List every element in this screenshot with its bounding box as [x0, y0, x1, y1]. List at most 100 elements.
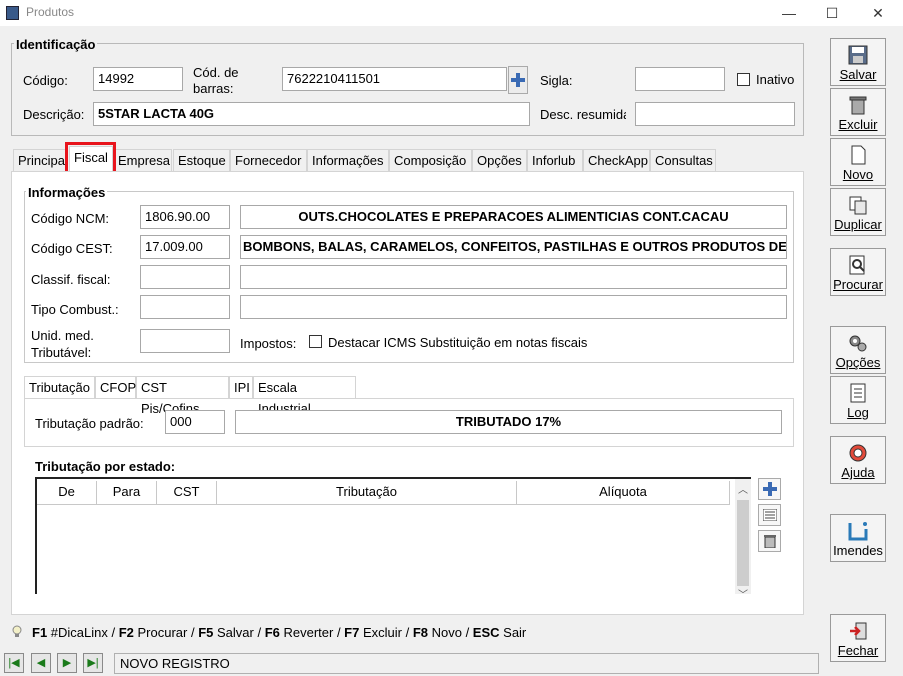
tab-consultas[interactable]: Consultas — [650, 149, 716, 171]
plus-icon — [511, 73, 525, 87]
excluir-label: Excluir — [838, 117, 878, 132]
tributacao-por-estado-label: Tributação por estado: — [35, 459, 176, 474]
grid-scrollbar[interactable]: ︿ ﹀ — [735, 479, 751, 601]
cest-label: Código CEST: — [31, 241, 113, 256]
shortcut-text: Salvar — [213, 625, 254, 640]
duplicar-button[interactable]: Duplicar — [830, 188, 886, 236]
excluir-button[interactable]: Excluir — [830, 88, 886, 136]
tab-principal[interactable]: Principal — [13, 149, 66, 171]
cest-input[interactable]: 17.009.00 — [140, 235, 230, 259]
ncm-input[interactable]: 1806.90.00 — [140, 205, 230, 229]
lifebuoy-icon — [849, 444, 867, 462]
imendes-button[interactable]: Imendes — [830, 514, 886, 562]
column-header-tributacao[interactable]: Tributação — [217, 481, 517, 505]
duplicate-icon — [849, 196, 867, 215]
divider — [24, 446, 794, 447]
tab-composicao[interactable]: Composição — [389, 149, 472, 171]
subtab-tributacao[interactable]: Tributação — [24, 376, 95, 398]
column-header-de[interactable]: De — [37, 481, 97, 505]
imendes-icon — [848, 522, 868, 541]
destacar-icms-label: Destacar ICMS Substituição em notas fisc… — [328, 335, 588, 350]
exit-icon — [850, 622, 867, 640]
last-record-button[interactable]: ▶| — [83, 653, 103, 673]
tab-fornecedor[interactable]: Fornecedor — [230, 149, 307, 171]
shortcut-key: F8 — [412, 625, 428, 640]
duplicar-label: Duplicar — [834, 217, 882, 232]
log-button[interactable]: Log — [830, 376, 886, 424]
novo-button[interactable]: Novo — [830, 138, 886, 186]
shortcut-key: F7 — [344, 625, 360, 640]
destacar-icms-checkbox[interactable] — [309, 335, 322, 348]
tipo-combust-input[interactable] — [140, 295, 230, 319]
codigo-label: Código: — [23, 73, 68, 88]
unid-med-label: Unid. med. — [31, 328, 94, 343]
descricao-input[interactable]: 5STAR LACTA 40G — [93, 102, 530, 126]
tab-informacoes[interactable]: Informações — [307, 149, 389, 171]
subtab-escala-industrial[interactable]: Escala Industrial — [253, 376, 356, 416]
app-icon — [6, 6, 19, 20]
imendes-label: Imendes — [833, 543, 883, 558]
search-icon — [849, 255, 865, 275]
tributacao-padrao-label: Tributação padrão: — [35, 416, 144, 431]
subtab-ipi[interactable]: IPI — [229, 376, 253, 398]
ncm-label: Código NCM: — [31, 211, 110, 226]
tab-opcoes[interactable]: Opções — [472, 149, 527, 171]
informacoes-title: Informações — [26, 185, 108, 200]
tab-estoque[interactable]: Estoque — [173, 149, 230, 171]
close-button[interactable]: ✕ — [860, 2, 896, 24]
salvar-label: Salvar — [839, 67, 877, 82]
cod-barras-input[interactable]: 7622210411501 — [282, 67, 507, 91]
shortcut-text: Excluir — [359, 625, 402, 640]
plus-icon — [762, 482, 777, 496]
column-header-aliquota[interactable]: Alíquota — [517, 481, 730, 505]
list-icon — [762, 508, 777, 522]
inativo-checkbox[interactable] — [737, 73, 750, 86]
tributacao-padrao-input[interactable]: 000 — [165, 410, 225, 434]
descricao-label: Descrição: — [23, 107, 85, 122]
trash-icon — [849, 96, 867, 115]
classif-fiscal-input[interactable] — [140, 265, 230, 289]
shortcut-text: Reverter — [279, 625, 334, 640]
tab-inforlub[interactable]: Inforlub — [527, 149, 583, 171]
fechar-button[interactable]: Fechar — [830, 614, 886, 662]
delete-row-button[interactable] — [758, 530, 781, 552]
salvar-button[interactable]: Salvar — [830, 38, 886, 86]
scroll-thumb[interactable] — [737, 500, 749, 586]
subtab-cfop[interactable]: CFOP — [95, 376, 136, 398]
next-record-button[interactable]: ▶ — [57, 653, 77, 673]
shortcut-key: ESC — [472, 625, 500, 640]
add-barcode-button[interactable] — [508, 66, 528, 94]
ajuda-button[interactable]: Ajuda — [830, 436, 886, 484]
shortcut-key: F2 — [118, 625, 134, 640]
title-bar — [0, 0, 903, 26]
unid-tributavel-input[interactable] — [140, 329, 230, 353]
tab-empresa[interactable]: Empresa — [113, 149, 172, 171]
sigla-input[interactable] — [635, 67, 725, 91]
add-row-button[interactable] — [758, 478, 781, 500]
edit-row-button[interactable] — [758, 504, 781, 526]
previous-record-button[interactable]: ◀ — [31, 653, 51, 673]
opcoes-button[interactable]: Opções — [830, 326, 886, 374]
minimize-button[interactable]: — — [771, 2, 807, 24]
procurar-button[interactable]: Procurar — [830, 248, 886, 296]
fechar-label: Fechar — [837, 643, 879, 658]
log-icon — [850, 383, 866, 403]
scroll-down-icon[interactable]: ﹀ — [735, 586, 751, 601]
cest-description: BOMBONS, BALAS, CARAMELOS, CONFEITOS, PA… — [240, 235, 787, 259]
scroll-up-icon[interactable]: ︿ — [735, 481, 751, 496]
classif-fiscal-label: Classif. fiscal: — [31, 272, 111, 287]
codigo-input[interactable]: 14992 — [93, 67, 183, 91]
ajuda-label: Ajuda — [841, 465, 875, 480]
first-record-button[interactable]: |◀ — [4, 653, 24, 673]
lightbulb-icon — [12, 625, 22, 637]
column-header-cst[interactable]: CST — [157, 481, 217, 505]
desc-resumida-input[interactable] — [635, 102, 795, 126]
maximize-button[interactable]: ☐ — [814, 2, 850, 24]
save-icon — [848, 45, 868, 65]
subtab-cst-pis-cofins[interactable]: CST Pis/Cofins — [136, 376, 229, 416]
column-header-para[interactable]: Para — [97, 481, 157, 505]
tab-checkapp[interactable]: CheckApp — [583, 149, 650, 171]
shortcut-text: #DicaLinx — [47, 625, 108, 640]
shortcut-key: F1 — [32, 625, 48, 640]
inativo-label: Inativo — [756, 72, 795, 87]
